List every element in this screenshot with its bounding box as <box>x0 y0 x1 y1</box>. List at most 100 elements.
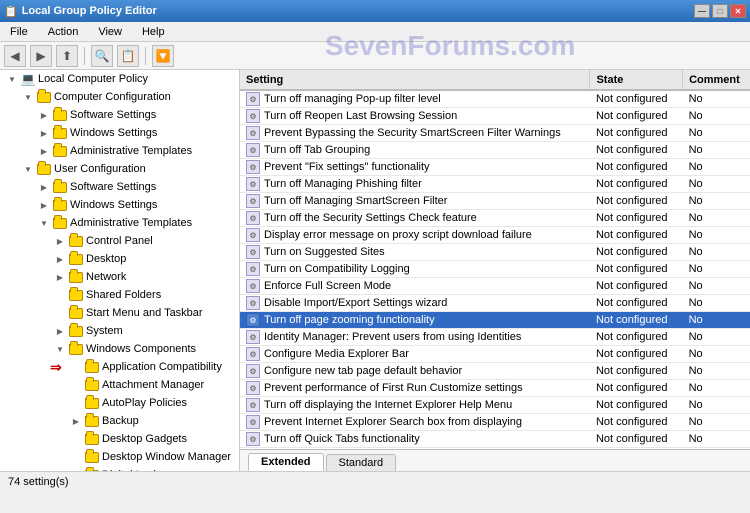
tree-item-software-settings[interactable]: ▶Software Settings <box>0 106 239 124</box>
column-comment[interactable]: Comment <box>683 70 750 90</box>
tab-standard[interactable]: Standard <box>326 454 397 471</box>
state-cell: Not configured <box>590 346 683 363</box>
setting-text: Configure Media Explorer Bar <box>264 348 409 360</box>
table-row[interactable]: ⚙Display error message on proxy script d… <box>240 227 750 244</box>
table-row[interactable]: ⚙Disable Import/Export Settings wizardNo… <box>240 295 750 312</box>
tree-expander[interactable]: ▶ <box>36 179 52 195</box>
tree-item-desktop[interactable]: ▶Desktop <box>0 250 239 268</box>
tree-expander[interactable] <box>68 377 84 393</box>
up-button[interactable]: ⬆ <box>56 45 78 67</box>
tree-expander[interactable]: ▶ <box>68 413 84 429</box>
settings-table[interactable]: Setting State Comment ⚙Turn off managing… <box>240 70 750 449</box>
column-state[interactable]: State <box>590 70 683 90</box>
search-button[interactable]: 🔍 <box>91 45 113 67</box>
tree-expander[interactable]: ▶ <box>52 323 68 339</box>
table-row[interactable]: ⚙Turn off displaying the Internet Explor… <box>240 397 750 414</box>
tree-item-backup[interactable]: ▶Backup <box>0 412 239 430</box>
tree-expander[interactable]: ▶ <box>36 197 52 213</box>
table-row[interactable]: ⚙Turn off managing Pop-up filter levelNo… <box>240 90 750 108</box>
column-setting[interactable]: Setting <box>240 70 590 90</box>
table-row[interactable]: ⚙Turn off Tab GroupingNot configuredNo <box>240 142 750 159</box>
title-bar: 📋 Local Group Policy Editor — □ ✕ <box>0 0 750 22</box>
minimize-button[interactable]: — <box>694 4 710 18</box>
folder-icon <box>68 305 84 321</box>
table-row[interactable]: ⚙Enforce Full Screen ModeNot configuredN… <box>240 278 750 295</box>
tree-expander[interactable]: ▶ <box>36 143 52 159</box>
tree-item-windows-settings[interactable]: ▶Windows Settings <box>0 124 239 142</box>
tree-item-system[interactable]: ▶System <box>0 322 239 340</box>
tree-item-admin-templates[interactable]: ▶Administrative Templates <box>0 142 239 160</box>
table-row[interactable]: ⚙Turn off Reopen Last Browsing SessionNo… <box>240 108 750 125</box>
tree-expander[interactable] <box>52 287 68 303</box>
setting-text: Turn off Managing SmartScreen Filter <box>264 195 447 207</box>
tree-label: Shared Folders <box>86 289 161 301</box>
tree-expander[interactable]: ▼ <box>52 341 68 357</box>
table-row[interactable]: ⚙Prevent performance of First Run Custom… <box>240 380 750 397</box>
tree-expander[interactable]: ▶ <box>52 251 68 267</box>
tree-expander[interactable]: ▼ <box>4 71 20 87</box>
tree-item-windows-components[interactable]: ▼Windows Components <box>0 340 239 358</box>
tree-item-computer-config[interactable]: ▼Computer Configuration <box>0 88 239 106</box>
table-row[interactable]: ⚙Prevent "Fix settings" functionalityNot… <box>240 159 750 176</box>
table-row[interactable]: ⚙Configure Media Explorer BarNot configu… <box>240 346 750 363</box>
comment-cell: No <box>683 210 750 227</box>
filter-button[interactable]: 🔽 <box>152 45 174 67</box>
menu-view[interactable]: View <box>92 24 128 40</box>
tree-item-control-panel[interactable]: ▶Control Panel <box>0 232 239 250</box>
table-row[interactable]: ⚙Turn off page zooming functionalityNot … <box>240 312 750 329</box>
table-row[interactable]: ⚙Turn on Compatibility LoggingNot config… <box>240 261 750 278</box>
tree-expander[interactable]: ▶ <box>52 233 68 249</box>
table-row[interactable]: ⚙Prevent Bypassing the Security SmartScr… <box>240 125 750 142</box>
tree-item-user-config[interactable]: ▼User Configuration <box>0 160 239 178</box>
menu-file[interactable]: File <box>4 24 34 40</box>
table-row[interactable]: ⚙Turn on Suggested SitesNot configuredNo <box>240 244 750 261</box>
tree-item-desktop-gadgets[interactable]: Desktop Gadgets <box>0 430 239 448</box>
table-row[interactable]: ⚙Turn off Managing SmartScreen FilterNot… <box>240 193 750 210</box>
state-cell: Not configured <box>590 363 683 380</box>
tree-item-desktop-window-manager[interactable]: Desktop Window Manager <box>0 448 239 466</box>
tree-expander[interactable] <box>68 395 84 411</box>
tree-item-user-windows-settings[interactable]: ▶Windows Settings <box>0 196 239 214</box>
table-row[interactable]: ⚙Configure new tab page default behavior… <box>240 363 750 380</box>
tree-expander[interactable] <box>68 359 84 375</box>
tree-expander[interactable]: ▶ <box>52 269 68 285</box>
tree-expander[interactable] <box>68 467 84 471</box>
tree-expander[interactable] <box>68 431 84 447</box>
tree-item-user-software-settings[interactable]: ▶Software Settings <box>0 178 239 196</box>
tree-expander[interactable] <box>68 449 84 465</box>
tree-expander[interactable]: ▶ <box>36 125 52 141</box>
setting-icon: ⚙ <box>246 126 260 140</box>
tree-item-network[interactable]: ▶Network <box>0 268 239 286</box>
tree-expander[interactable] <box>52 305 68 321</box>
properties-button[interactable]: 📋 <box>117 45 139 67</box>
tree-panel[interactable]: ▼💻Local Computer Policy▼Computer Configu… <box>0 70 240 471</box>
menu-action[interactable]: Action <box>42 24 85 40</box>
table-row[interactable]: ⚙Turn off Quick Tabs functionalityNot co… <box>240 431 750 448</box>
back-button[interactable]: ◀ <box>4 45 26 67</box>
menu-help[interactable]: Help <box>136 24 171 40</box>
tree-expander[interactable]: ▶ <box>36 107 52 123</box>
forward-button[interactable]: ▶ <box>30 45 52 67</box>
tree-item-user-admin-templates[interactable]: ▼Administrative Templates <box>0 214 239 232</box>
restore-button[interactable]: □ <box>712 4 728 18</box>
tree-item-attachment-manager[interactable]: Attachment Manager <box>0 376 239 394</box>
table-row[interactable]: ⚙Identity Manager: Prevent users from us… <box>240 329 750 346</box>
tree-item-start-menu[interactable]: Start Menu and Taskbar <box>0 304 239 322</box>
table-row[interactable]: ⚙Prevent Internet Explorer Search box fr… <box>240 414 750 431</box>
tree-item-local-computer-policy[interactable]: ▼💻Local Computer Policy <box>0 70 239 88</box>
folder-icon <box>52 215 68 231</box>
tree-expander[interactable]: ▼ <box>20 89 36 105</box>
tree-item-autoplay[interactable]: AutoPlay Policies <box>0 394 239 412</box>
tree-expander[interactable]: ▼ <box>20 161 36 177</box>
comment-cell: No <box>683 278 750 295</box>
tab-extended[interactable]: Extended <box>248 453 324 471</box>
tree-item-digital-locker[interactable]: Digital Locker <box>0 466 239 471</box>
tree-item-app-compat[interactable]: ⇒Application Compatibility <box>0 358 239 376</box>
setting-text: Configure new tab page default behavior <box>264 365 462 377</box>
tree-expander[interactable]: ▼ <box>36 215 52 231</box>
table-row[interactable]: ⚙Turn off the Security Settings Check fe… <box>240 210 750 227</box>
table-row[interactable]: ⚙Turn off Managing Phishing filterNot co… <box>240 176 750 193</box>
close-button[interactable]: ✕ <box>730 4 746 18</box>
setting-text: Turn on Compatibility Logging <box>264 263 410 275</box>
tree-item-shared-folders[interactable]: Shared Folders <box>0 286 239 304</box>
